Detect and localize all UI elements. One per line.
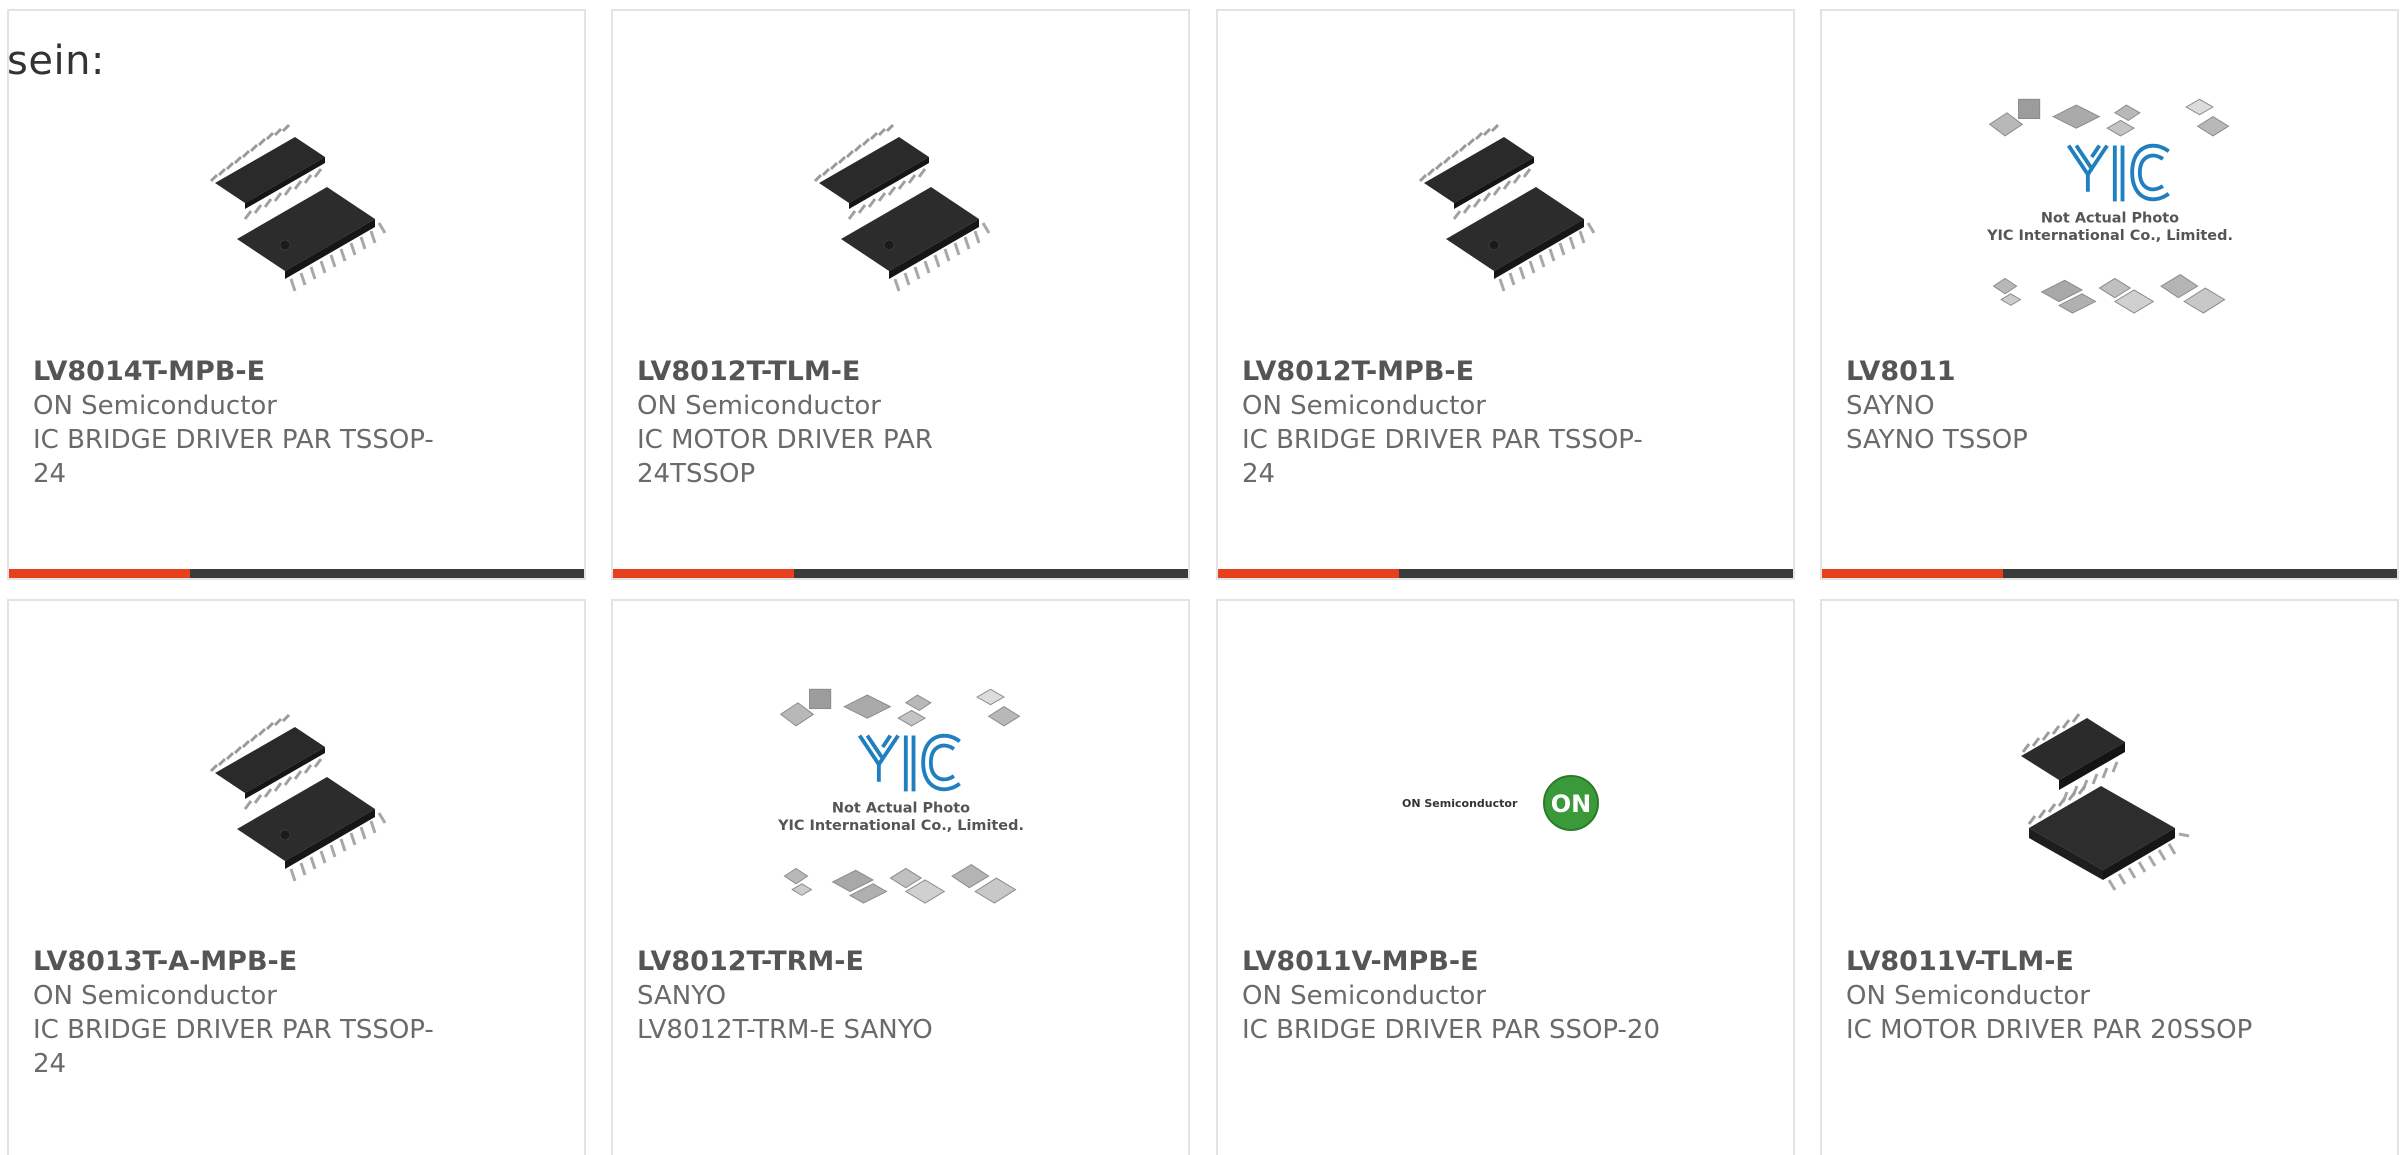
product-card[interactable]: Not Actual Photo YIC International Co., … [1820, 9, 2399, 580]
product-description: LV8012T-TRM-E SANYO [637, 1015, 933, 1045]
product-description: SAYNO TSSOP [1846, 425, 2028, 455]
product-description: IC BRIDGE DRIVER PAR TSSOP-24 [33, 425, 434, 489]
on-semi-logo-icon: ON Semiconductor ON [1376, 671, 1636, 931]
product-info: LV8014T-MPB-E ON Semiconductor IC BRIDGE… [33, 355, 453, 491]
product-description: IC BRIDGE DRIVER PAR TSSOP-24 [33, 1015, 434, 1079]
product-info: LV8011V-MPB-E ON Semiconductor IC BRIDGE… [1242, 945, 1662, 1047]
tssop-chip-icon [771, 81, 1031, 341]
manufacturer: ON Semiconductor [1242, 391, 1486, 421]
product-card[interactable]: ON Semiconductor ON LV8011V-MPB-E ON Sem… [1216, 599, 1795, 1155]
product-description: IC MOTOR DRIVER PAR 24TSSOP [637, 425, 933, 489]
card-bottom-bar [1218, 569, 1793, 578]
card-bottom-bar [613, 569, 1188, 578]
product-card[interactable]: Not Actual Photo YIC International Co., … [611, 599, 1190, 1155]
page: sein: LV8014T-MPB-E ON Semiconductor IC … [0, 0, 2400, 1155]
tssop-chip-icon [167, 81, 427, 341]
ssop-chip-icon [1980, 671, 2240, 931]
part-number-link[interactable]: LV8011V-MPB-E [1242, 945, 1662, 979]
part-number-link[interactable]: LV8011V-TLM-E [1846, 945, 2266, 979]
product-card[interactable]: LV8012T-MPB-E ON Semiconductor IC BRIDGE… [1216, 9, 1795, 580]
product-card[interactable]: LV8011V-TLM-E ON Semiconductor IC MOTOR … [1820, 599, 2399, 1155]
intro-text: sein: [7, 38, 105, 84]
product-info: LV8013T-A-MPB-E ON Semiconductor IC BRID… [33, 945, 453, 1081]
part-number-link[interactable]: LV8014T-MPB-E [33, 355, 453, 389]
manufacturer: ON Semiconductor [637, 391, 881, 421]
product-info: LV8012T-TLM-E ON Semiconductor IC MOTOR … [637, 355, 1057, 491]
yic-placeholder-icon: Not Actual Photo YIC International Co., … [1980, 81, 2240, 341]
card-bottom-bar [1822, 569, 2397, 578]
placeholder-line1: Not Actual Photo [2040, 211, 2178, 227]
on-badge-text: ON [1550, 790, 1591, 818]
product-description: IC MOTOR DRIVER PAR 20SSOP [1846, 1015, 2253, 1045]
product-description: IC BRIDGE DRIVER PAR TSSOP-24 [1242, 425, 1643, 489]
product-info: LV8012T-MPB-E ON Semiconductor IC BRIDGE… [1242, 355, 1662, 491]
product-info: LV8011V-TLM-E ON Semiconductor IC MOTOR … [1846, 945, 2266, 1047]
card-accent-bar [1822, 569, 2004, 578]
placeholder-line2: YIC International Co., Limited. [777, 818, 1024, 834]
part-number-link[interactable]: LV8012T-TLM-E [637, 355, 1057, 389]
part-number-link[interactable]: LV8013T-A-MPB-E [33, 945, 453, 979]
manufacturer: ON Semiconductor [33, 391, 277, 421]
on-semi-wordmark: ON Semiconductor [1402, 797, 1518, 810]
part-number-link[interactable]: LV8012T-TRM-E [637, 945, 1057, 979]
tssop-chip-icon [1376, 81, 1636, 341]
placeholder-line1: Not Actual Photo [831, 801, 969, 817]
manufacturer: ON Semiconductor [1242, 981, 1486, 1011]
placeholder-line2: YIC International Co., Limited. [1986, 228, 2233, 244]
part-number-link[interactable]: LV8012T-MPB-E [1242, 355, 1662, 389]
manufacturer: SANYO [637, 981, 727, 1011]
product-card[interactable]: LV8014T-MPB-E ON Semiconductor IC BRIDGE… [7, 9, 586, 580]
manufacturer: ON Semiconductor [1846, 981, 2090, 1011]
product-info: LV8012T-TRM-E SANYO LV8012T-TRM-E SANYO [637, 945, 1057, 1047]
tssop-chip-icon [167, 671, 427, 931]
card-bottom-bar [9, 569, 584, 578]
card-accent-bar [613, 569, 795, 578]
part-number-link[interactable]: LV8011 [1846, 355, 2266, 389]
manufacturer: SAYNO [1846, 391, 1935, 421]
product-card[interactable]: LV8013T-A-MPB-E ON Semiconductor IC BRID… [7, 599, 586, 1155]
yic-placeholder-icon: Not Actual Photo YIC International Co., … [771, 671, 1031, 931]
card-accent-bar [1218, 569, 1400, 578]
product-card[interactable]: LV8012T-TLM-E ON Semiconductor IC MOTOR … [611, 9, 1190, 580]
product-info: LV8011 SAYNO SAYNO TSSOP [1846, 355, 2266, 457]
manufacturer: ON Semiconductor [33, 981, 277, 1011]
product-description: IC BRIDGE DRIVER PAR SSOP-20 [1242, 1015, 1660, 1045]
card-accent-bar [9, 569, 191, 578]
